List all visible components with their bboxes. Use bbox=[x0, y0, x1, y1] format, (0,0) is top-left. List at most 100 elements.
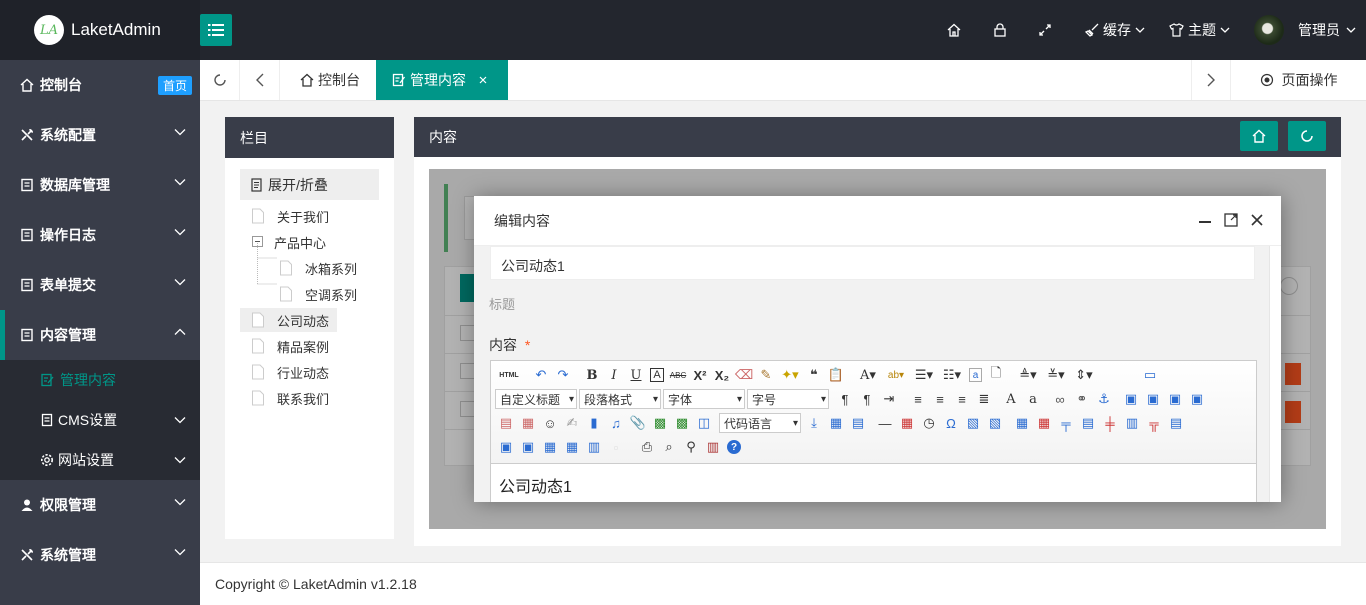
simple-upload-icon[interactable]: ▤ bbox=[498, 415, 514, 431]
gmap-icon[interactable]: ▩ bbox=[674, 415, 690, 431]
sidebar-item-database[interactable]: 数据库管理 bbox=[0, 160, 200, 210]
sidebar-item-forms[interactable]: 表单提交 bbox=[0, 260, 200, 310]
highlight-icon[interactable]: ab▾ bbox=[885, 367, 907, 383]
image-right-icon[interactable]: ▣ bbox=[1167, 391, 1183, 407]
attachment-icon[interactable]: 📎 bbox=[630, 415, 646, 431]
delete-table-icon[interactable]: ▦ bbox=[1036, 415, 1052, 431]
background-icon[interactable]: ▦ bbox=[828, 415, 844, 431]
map-icon[interactable]: ▩ bbox=[652, 415, 668, 431]
preview-icon[interactable]: ▭ bbox=[1142, 367, 1158, 383]
help-icon[interactable]: ? bbox=[727, 440, 741, 454]
sidebar-subitem-cms-settings[interactable]: CMS设置 bbox=[0, 400, 200, 440]
panel-home-button[interactable] bbox=[1240, 121, 1278, 151]
tab-manage-content[interactable]: 管理内容 bbox=[376, 60, 508, 100]
underline-icon[interactable]: U bbox=[628, 367, 644, 383]
special-chars-icon[interactable]: Ω bbox=[943, 415, 959, 431]
uppercase-icon[interactable]: A bbox=[1003, 391, 1019, 407]
panel-refresh-button[interactable] bbox=[1288, 121, 1326, 151]
sidebar-item-system-config[interactable]: 系统配置 bbox=[0, 110, 200, 160]
tree-node[interactable]: 空调系列 bbox=[279, 282, 357, 306]
tree-node[interactable]: 联系我们 bbox=[251, 386, 329, 410]
tree-node[interactable]: 精品案例 bbox=[251, 334, 329, 358]
editor-content-area[interactable]: 公司动态1 bbox=[490, 463, 1257, 502]
page-break-icon[interactable]: ⤓ bbox=[806, 415, 822, 431]
unordered-list-icon[interactable]: ☷▾ bbox=[941, 367, 963, 383]
align-justify-icon[interactable]: ≣ bbox=[976, 391, 992, 407]
ordered-list-icon[interactable]: ☰▾ bbox=[913, 367, 935, 383]
insert-frame-icon[interactable]: ◫ bbox=[696, 415, 712, 431]
sidebar-subitem-site-settings[interactable]: 网站设置 bbox=[0, 440, 200, 480]
title-input[interactable]: 公司动态1 bbox=[490, 246, 1255, 280]
chart-icon[interactable]: ▫ bbox=[608, 439, 624, 455]
snapscreen-icon[interactable]: ▧ bbox=[987, 415, 1003, 431]
split-rows-icon[interactable]: ▦ bbox=[564, 439, 580, 455]
font-size-select[interactable]: 字号 bbox=[747, 389, 829, 409]
user-menu[interactable]: 管理员 bbox=[1242, 0, 1366, 60]
delete-row-icon[interactable]: ╪ bbox=[1102, 415, 1118, 431]
maximize-icon[interactable] bbox=[1224, 213, 1238, 227]
video-icon[interactable]: ▮ bbox=[586, 415, 602, 431]
split-cells-icon[interactable]: ▦ bbox=[542, 439, 558, 455]
superscript-icon[interactable]: X² bbox=[692, 367, 708, 383]
multi-image-icon[interactable]: ▦ bbox=[520, 415, 536, 431]
time-icon[interactable]: ◷ bbox=[921, 415, 937, 431]
insert-paragraph-icon[interactable]: ╤ bbox=[1058, 415, 1074, 431]
align-left-icon[interactable]: ≡ bbox=[910, 391, 926, 407]
date-icon[interactable]: ▦ bbox=[899, 415, 915, 431]
paste-text-icon[interactable]: 📋 bbox=[828, 367, 844, 383]
menu-toggle-button[interactable] bbox=[200, 14, 232, 46]
horizontal-rule-icon[interactable]: — bbox=[877, 415, 893, 431]
sidebar-item-permissions[interactable]: 权限管理 bbox=[0, 480, 200, 530]
link-icon[interactable]: ∞ bbox=[1052, 391, 1068, 407]
sidebar-item-content[interactable]: 内容管理 bbox=[0, 310, 200, 360]
image-none-icon[interactable]: ▣ bbox=[1123, 391, 1139, 407]
lowercase-icon[interactable]: a bbox=[1025, 391, 1041, 407]
tree-node[interactable]: 关于我们 bbox=[251, 204, 329, 228]
app-logo[interactable]: LA LaketAdmin bbox=[0, 0, 200, 60]
undo-icon[interactable]: ↶ bbox=[533, 367, 549, 383]
select-all-icon[interactable]: a bbox=[969, 368, 982, 382]
strikethrough-icon[interactable]: ABC bbox=[670, 367, 686, 383]
font-family-select[interactable]: 字体 bbox=[663, 389, 745, 409]
page-ops-menu[interactable]: 页面操作 bbox=[1231, 60, 1366, 100]
tree-node-selected[interactable]: 公司动态 bbox=[240, 308, 338, 332]
html-source-icon[interactable]: HTML bbox=[498, 367, 520, 383]
home-button[interactable] bbox=[931, 0, 977, 60]
emotion-icon[interactable]: ☺ bbox=[542, 415, 558, 431]
italic-icon[interactable]: I bbox=[606, 367, 622, 383]
image-center-icon[interactable]: ▣ bbox=[1189, 391, 1205, 407]
merge-cells-icon[interactable]: ▤ bbox=[1168, 415, 1184, 431]
font-border-icon[interactable]: A bbox=[650, 368, 664, 382]
line-height-icon[interactable]: ⇕▾ bbox=[1073, 367, 1095, 383]
cache-menu[interactable]: 缓存 bbox=[1073, 0, 1157, 60]
anchor-icon[interactable]: ⚓ bbox=[1096, 391, 1112, 407]
tab-scroll-left-button[interactable] bbox=[240, 60, 280, 100]
indent-icon[interactable]: ⇥ bbox=[881, 391, 897, 407]
theme-menu[interactable]: 主题 bbox=[1157, 0, 1242, 60]
template-icon[interactable]: ▤ bbox=[850, 415, 866, 431]
unlink-icon[interactable]: ⚭ bbox=[1074, 391, 1090, 407]
blockquote-icon[interactable]: ❝ bbox=[806, 367, 822, 383]
delete-col-icon[interactable]: ╦ bbox=[1146, 415, 1162, 431]
paragraph-format-select[interactable]: 段落格式 bbox=[579, 389, 661, 409]
minimize-icon[interactable] bbox=[1198, 214, 1212, 228]
merge-down-icon[interactable]: ▣ bbox=[520, 439, 536, 455]
refresh-tab-button[interactable] bbox=[200, 60, 240, 100]
lock-button[interactable] bbox=[977, 0, 1023, 60]
bold-icon[interactable]: B bbox=[584, 367, 600, 383]
word-image-icon[interactable]: ▧ bbox=[965, 415, 981, 431]
print-icon[interactable]: ⎙ bbox=[639, 439, 655, 455]
row-spacing-top-icon[interactable]: ≜▾ bbox=[1017, 367, 1039, 383]
tree-node[interactable]: 冰箱系列 bbox=[279, 256, 357, 280]
sidebar-item-dashboard[interactable]: 控制台 首页 bbox=[0, 60, 200, 110]
align-right-icon[interactable]: ≡ bbox=[954, 391, 970, 407]
dialog-scrollbar[interactable] bbox=[1269, 246, 1281, 502]
split-cols-icon[interactable]: ▥ bbox=[586, 439, 602, 455]
row-spacing-bottom-icon[interactable]: ≚▾ bbox=[1045, 367, 1067, 383]
font-color-icon[interactable]: A▾ bbox=[857, 367, 879, 383]
insert-row-icon[interactable]: ▤ bbox=[1080, 415, 1096, 431]
sidebar-subitem-manage-content[interactable]: 管理内容 bbox=[0, 360, 200, 400]
eraser-icon[interactable]: ⌫ bbox=[735, 367, 753, 383]
sidebar-item-logs[interactable]: 操作日志 bbox=[0, 210, 200, 260]
close-icon[interactable] bbox=[1250, 213, 1264, 227]
